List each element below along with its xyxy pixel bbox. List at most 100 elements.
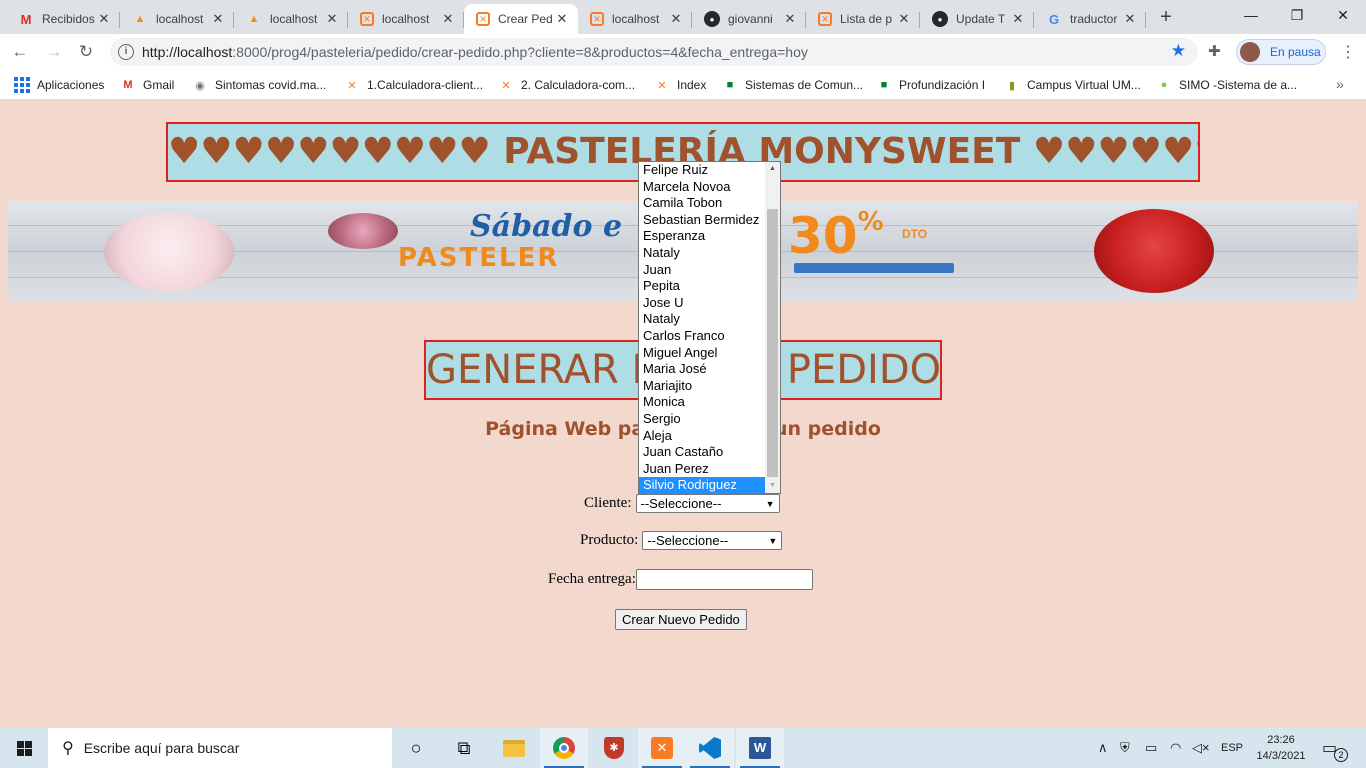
start-button[interactable] — [0, 728, 48, 768]
xampp-icon: ✕ — [657, 79, 667, 92]
banner-dto: DTO — [902, 227, 928, 241]
extensions-puzzle-icon[interactable]: ✚ — [1208, 42, 1221, 60]
address-bar[interactable]: i http://localhost:8000/prog4/pasteleria… — [110, 38, 1198, 66]
browser-tab[interactable]: ▲ localhost ✕ — [234, 4, 348, 34]
dropdown-option[interactable]: Juan — [639, 262, 765, 279]
taskbar-search[interactable]: ⚲ Escribe aquí para buscar — [48, 728, 392, 768]
bookmark-item[interactable]: ✕ 1.Calculadora-client... — [344, 76, 483, 94]
bookmark-item[interactable]: M Gmail — [120, 76, 174, 94]
bookmark-label: Index — [677, 78, 707, 92]
scroll-down-icon[interactable]: ▼ — [765, 479, 780, 493]
github-icon: ● — [932, 11, 948, 27]
bookmark-item[interactable]: ■ Profundización I — [876, 76, 985, 94]
bookmark-item[interactable]: ◉ Sintomas covid.ma... — [192, 76, 326, 94]
dropdown-option[interactable]: Sebastian Bermidez — [639, 212, 765, 229]
dropdown-option[interactable]: Carlos Franco — [639, 328, 765, 345]
minimize-icon[interactable]: — — [1228, 0, 1274, 30]
shield-app-icon[interactable]: ✱ — [590, 728, 638, 768]
browser-tab[interactable]: ✕ Crear Ped ✕ — [464, 4, 578, 34]
dropdown-option[interactable]: Felipe Ruiz — [639, 162, 765, 179]
wifi-icon[interactable]: ◠ — [1170, 728, 1181, 768]
dropdown-option[interactable]: Maria José — [639, 361, 765, 378]
tab-title: localhost — [382, 12, 430, 26]
tray-chevron-icon[interactable]: ∧ — [1098, 728, 1108, 768]
dropdown-scrollbar[interactable]: ▲ ▼ — [765, 162, 780, 493]
chrome-icon[interactable] — [540, 728, 588, 768]
new-tab-button[interactable]: + — [1154, 6, 1178, 30]
bookmark-item[interactable]: ● SIMO -Sistema de a... — [1156, 76, 1297, 94]
dropdown-option[interactable]: Nataly — [639, 311, 765, 328]
fecha-input[interactable] — [635, 569, 813, 590]
close-icon[interactable]: ✕ — [440, 11, 456, 27]
close-icon[interactable]: ✕ — [210, 11, 226, 27]
scroll-thumb[interactable] — [767, 209, 778, 477]
phpmyadmin-icon: ▲ — [134, 13, 146, 25]
forward-arrow-icon[interactable]: → — [42, 40, 66, 64]
bookmark-item[interactable]: Aplicaciones — [14, 76, 104, 94]
more-menu-icon[interactable]: ⋮ — [1340, 42, 1356, 62]
file-explorer-icon[interactable] — [490, 728, 538, 768]
dropdown-option[interactable]: Marcela Novoa — [639, 179, 765, 196]
browser-tab[interactable]: ✕ localhost ✕ — [348, 4, 464, 34]
tab-title: Lista de p — [840, 12, 893, 26]
url-text[interactable]: http://localhost:8000/prog4/pasteleria/p… — [142, 44, 808, 60]
browser-tab[interactable]: ✕ Lista de p ✕ — [806, 4, 920, 34]
browser-tab[interactable]: ✕ localhost ✕ — [578, 4, 692, 34]
security-tray-icon[interactable]: ⛨ — [1120, 728, 1130, 768]
dropdown-option[interactable]: Nataly — [639, 245, 765, 262]
cliente-dropdown-list[interactable]: Felipe Ruiz Marcela Novoa Camila Tobon Seba… — [638, 161, 781, 494]
dropdown-option[interactable]: Mariajito — [639, 378, 765, 395]
cortana-icon[interactable]: ○ — [392, 728, 440, 768]
dropdown-option[interactable]: Miguel Angel — [639, 345, 765, 362]
bookmark-star-icon[interactable]: ★ — [1171, 41, 1186, 61]
reload-icon[interactable]: ↻ — [74, 40, 98, 64]
vscode-icon[interactable] — [686, 728, 734, 768]
close-icon[interactable]: ✕ — [782, 11, 798, 27]
dropdown-option[interactable]: Camila Tobon — [639, 195, 765, 212]
browser-tab[interactable]: Gtraductor ✕ — [1034, 4, 1146, 34]
close-icon[interactable]: ✕ — [668, 11, 684, 27]
dropdown-option[interactable]: Sergio — [639, 411, 765, 428]
dropdown-option[interactable]: Monica — [639, 394, 765, 411]
dropdown-option[interactable]: Pepita — [639, 278, 765, 295]
browser-tab[interactable]: ● Update T ✕ — [920, 4, 1034, 34]
system-clock[interactable]: 23:26 14/3/2021 — [1256, 732, 1306, 764]
close-icon[interactable]: ✕ — [96, 11, 112, 27]
crear-pedido-button[interactable]: Crear Nuevo Pedido — [615, 609, 747, 630]
close-icon[interactable]: ✕ — [896, 11, 912, 27]
cliente-select[interactable]: --Seleccione-- ▼ — [635, 494, 780, 513]
restore-icon[interactable]: ❐ — [1274, 0, 1320, 30]
site-info-icon[interactable]: i — [118, 44, 134, 60]
dropdown-option[interactable]: Juan Perez — [639, 461, 765, 478]
bookmark-item[interactable]: ■ Sistemas de Comun... — [722, 76, 863, 94]
profile-button[interactable]: En pausa — [1236, 39, 1326, 65]
more-bookmarks-icon[interactable]: » — [1336, 76, 1344, 92]
google-icon: G — [1048, 11, 1060, 27]
dropdown-option[interactable]: Aleja — [639, 428, 765, 445]
window-close-icon[interactable]: ✕ — [1320, 0, 1366, 30]
scroll-up-icon[interactable]: ▲ — [765, 162, 780, 176]
bookmark-item[interactable]: ✕ Index — [654, 76, 706, 94]
word-icon[interactable]: W — [736, 728, 784, 768]
bookmark-item[interactable]: ✕ 2. Calculadora-com... — [498, 76, 635, 94]
xampp-taskbar-icon[interactable]: ✕ — [638, 728, 686, 768]
task-view-icon[interactable]: ⧉ — [440, 728, 488, 768]
producto-select[interactable]: --Seleccione-- ▼ — [642, 531, 783, 550]
close-icon[interactable]: ✕ — [1010, 11, 1026, 27]
dropdown-option[interactable]: Juan Castaño — [639, 444, 765, 461]
close-icon[interactable]: ✕ — [324, 11, 340, 27]
language-indicator[interactable]: ESP — [1221, 728, 1243, 768]
close-icon[interactable]: ✕ — [1122, 11, 1138, 27]
battery-icon[interactable]: ▭ — [1145, 728, 1157, 768]
volume-muted-icon[interactable]: ◁× — [1192, 728, 1210, 768]
browser-tab[interactable]: ● giovanni ✕ — [692, 4, 806, 34]
dropdown-option[interactable]: Esperanza — [639, 228, 765, 245]
dropdown-option[interactable]: Silvio Rodriguez — [639, 477, 765, 494]
close-icon[interactable]: ✕ — [554, 11, 570, 27]
browser-tab[interactable]: ▲ localhost ✕ — [120, 4, 234, 34]
back-arrow-icon[interactable]: ← — [8, 40, 32, 64]
banner-subheadline: PASTELER — [398, 243, 560, 273]
browser-tab[interactable]: M Recibidos ✕ — [6, 4, 120, 34]
dropdown-option[interactable]: Jose U — [639, 295, 765, 312]
bookmark-item[interactable]: ▮ Campus Virtual UM... — [1004, 76, 1141, 94]
